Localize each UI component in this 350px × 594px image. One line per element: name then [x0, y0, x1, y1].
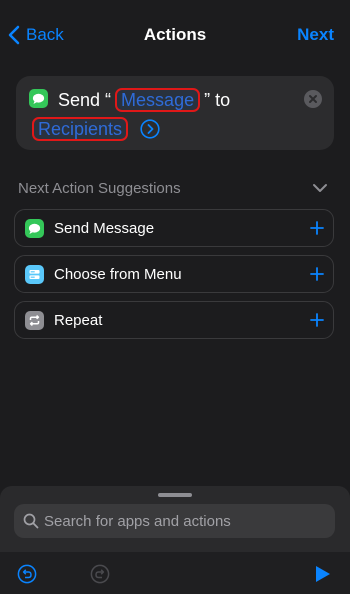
redo-button[interactable] [90, 564, 110, 584]
recipients-row: Recipients [32, 116, 160, 142]
search-bar[interactable] [14, 504, 335, 538]
suggestion-choose-from-menu[interactable]: Choose from Menu [14, 255, 334, 293]
editor-toolbar [0, 552, 350, 594]
play-icon [316, 566, 330, 582]
redo-icon [90, 564, 110, 584]
message-token[interactable]: Message [115, 88, 201, 112]
suggestion-send-message[interactable]: Send Message [14, 209, 334, 247]
suggestion-label: Repeat [54, 312, 103, 329]
action-sentence: Send “ Message ” to [58, 87, 230, 113]
to-text: ” to [204, 89, 231, 110]
expand-options-button[interactable] [140, 119, 160, 139]
next-button[interactable]: Next [297, 25, 334, 45]
chevron-down-icon [313, 184, 327, 192]
undo-button[interactable] [17, 564, 37, 584]
run-button[interactable] [314, 564, 332, 584]
action-search-panel [0, 486, 350, 594]
suggestion-label: Choose from Menu [54, 266, 182, 283]
chevron-right-circle-icon [140, 119, 160, 139]
suggestion-label: Send Message [54, 220, 155, 237]
send-prefix-text: Send “ [58, 89, 112, 110]
undo-icon [17, 564, 37, 584]
suggestion-repeat[interactable]: Repeat [14, 301, 334, 339]
send-message-action-card: Send “ Message ” to Recipients [16, 76, 334, 150]
add-icon[interactable] [309, 220, 325, 236]
search-icon [23, 513, 39, 529]
repeat-icon [25, 311, 44, 330]
search-input[interactable] [44, 504, 329, 538]
recipients-token[interactable]: Recipients [32, 117, 129, 141]
menu-icon [25, 265, 44, 284]
add-icon[interactable] [309, 266, 325, 282]
remove-action-button[interactable] [304, 90, 322, 108]
actions-screen: Back Actions Next Send “ Message ” to Re… [0, 0, 350, 594]
suggestions-header: Next Action Suggestions [18, 178, 328, 200]
messages-icon [25, 219, 44, 238]
sheet-grabber[interactable] [158, 493, 192, 497]
add-icon[interactable] [309, 312, 325, 328]
close-circle-icon [304, 90, 322, 108]
suggestions-title: Next Action Suggestions [18, 180, 181, 197]
messages-icon [29, 89, 48, 108]
collapse-suggestions-button[interactable] [312, 182, 328, 194]
nav-bar: Back Actions Next [0, 0, 350, 70]
